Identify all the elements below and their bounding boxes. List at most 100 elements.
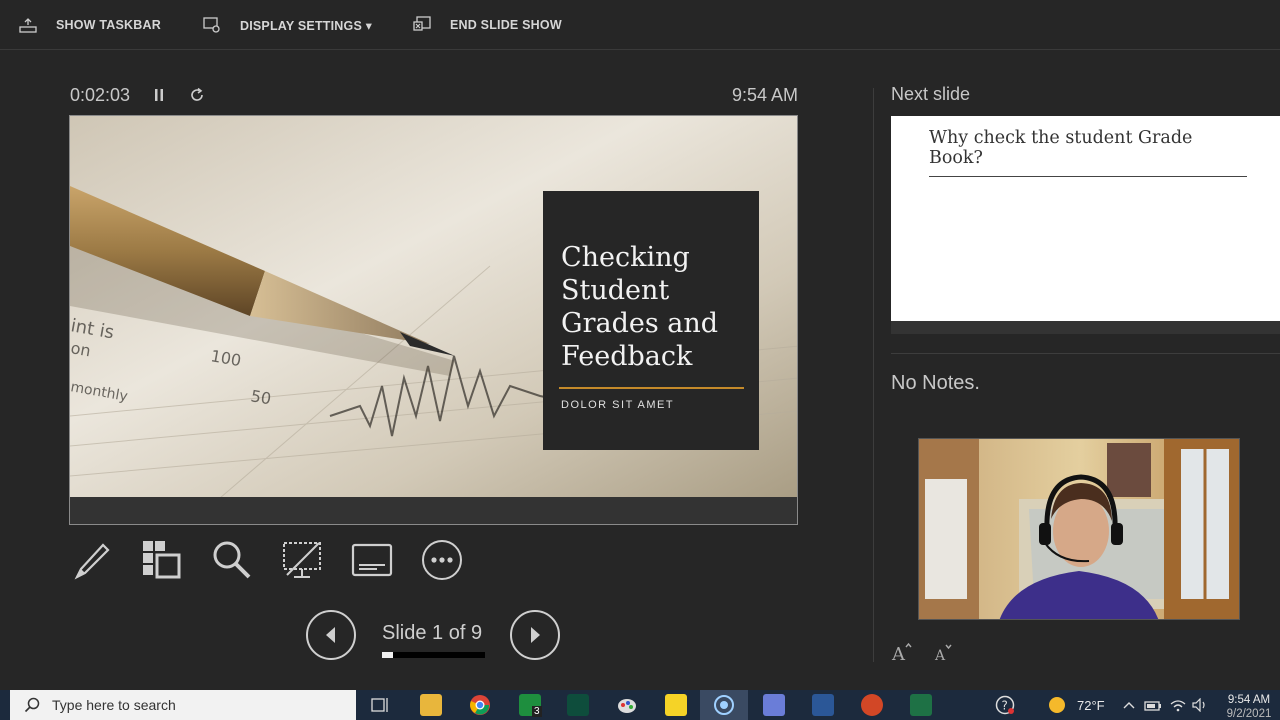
excel-icon [910, 694, 932, 716]
slide-progress-fill [382, 652, 394, 658]
svg-text:A: A [934, 648, 946, 664]
sticky-notes-icon [665, 694, 687, 716]
show-taskbar-button[interactable]: SHOW TASKBAR [18, 0, 161, 50]
slides-grid-icon [143, 541, 181, 579]
powerpoint-icon [861, 694, 883, 716]
wifi-button[interactable] [1169, 690, 1187, 720]
increase-font-button[interactable]: A [891, 642, 913, 665]
wifi-icon [1170, 700, 1186, 712]
excel-button[interactable] [909, 690, 933, 720]
file-explorer-icon [420, 694, 442, 716]
word-icon [812, 694, 834, 716]
end-slide-show-label: END SLIDE SHOW [450, 18, 562, 32]
paint-button[interactable] [615, 690, 639, 720]
file-explorer-button[interactable] [419, 690, 443, 720]
next-slide-button[interactable] [510, 610, 560, 660]
svg-text:50: 50 [249, 386, 272, 408]
weather-temp: 72°F [1077, 697, 1105, 713]
pen-icon [74, 543, 110, 580]
volume-button[interactable] [1191, 690, 1209, 720]
search-icon [24, 697, 40, 713]
pen-tool-button[interactable] [70, 538, 114, 582]
show-hidden-icons-button[interactable] [1122, 690, 1136, 720]
font-increase-icon: A [891, 642, 912, 665]
subtitles-icon [351, 543, 393, 577]
word-button[interactable] [811, 690, 835, 720]
sheets-button[interactable]: 3 [518, 690, 542, 720]
slide-bottom-band [70, 497, 797, 524]
restart-icon [191, 87, 203, 101]
decrease-font-button[interactable]: A [933, 642, 955, 664]
taskbar-time: 9:54 AM [1227, 694, 1271, 706]
monitor-off-icon [283, 542, 321, 578]
previous-arrow-icon [326, 627, 335, 643]
cortana-button[interactable] [700, 690, 748, 720]
powerpoint-button[interactable] [860, 690, 884, 720]
end-show-icon [412, 15, 432, 35]
pause-icon [155, 89, 164, 101]
display-settings-button[interactable]: DISPLAY SETTINGS ▾ [202, 0, 372, 50]
battery-icon [1144, 701, 1161, 711]
sticky-notes-button[interactable] [664, 690, 688, 720]
slide-progress-bar [382, 652, 485, 658]
notes-divider [891, 353, 1280, 354]
task-view-icon [371, 698, 388, 712]
slide-title-box: Checking Student Grades and Feedback DOL… [543, 191, 759, 450]
pane-divider [873, 88, 874, 662]
slide-navigation: Slide 1 of 9 [306, 610, 562, 662]
help-button[interactable]: ? [994, 690, 1016, 720]
paint-icon [618, 699, 636, 713]
taskbar-date: 9/2/2021 [1226, 708, 1272, 720]
taskbar-clock[interactable]: 9:54 AM 9/2/2021 [1220, 693, 1278, 720]
ellipsis-icon [422, 540, 462, 580]
next-slide-preview[interactable]: Why check the student Grade Book? [891, 116, 1280, 321]
app-icon [567, 694, 589, 716]
task-view-button[interactable] [369, 690, 391, 720]
chrome-button[interactable] [468, 690, 492, 720]
search-placeholder: Type here to search [52, 697, 176, 713]
speaker-notes: No Notes. [891, 372, 980, 394]
font-decrease-icon: A [934, 644, 952, 664]
current-slide[interactable]: int is on 100 50 monthly Checking Studen… [69, 115, 798, 525]
see-all-slides-button[interactable] [140, 538, 184, 582]
webcam-feed [918, 438, 1240, 620]
notes-font-controls: A A [891, 642, 975, 665]
cortana-icon [714, 695, 734, 715]
show-taskbar-label: SHOW TASKBAR [56, 18, 161, 32]
teams-button[interactable] [762, 690, 786, 720]
slide-counter[interactable]: Slide 1 of 9 [382, 622, 482, 645]
black-screen-button[interactable] [280, 538, 324, 582]
subtitles-button[interactable] [350, 538, 394, 582]
zoom-button[interactable] [210, 538, 254, 582]
previous-slide-button[interactable] [306, 610, 356, 660]
display-settings-label: DISPLAY SETTINGS ▾ [240, 18, 373, 33]
chevron-up-icon [1123, 702, 1135, 709]
svg-text:?: ? [1002, 699, 1008, 713]
next-slide-rule [929, 176, 1247, 177]
taskbar-icon [18, 15, 38, 35]
app-button[interactable] [566, 690, 590, 720]
more-options-button[interactable] [420, 538, 464, 582]
end-slide-show-button[interactable]: END SLIDE SHOW [412, 0, 562, 50]
badge-count: 3 [532, 706, 542, 717]
chrome-icon [470, 695, 490, 715]
restart-timer-button[interactable] [188, 86, 206, 104]
weather-widget[interactable]: 72°F [1047, 690, 1117, 720]
slide-title: Checking Student Grades and Feedback [561, 242, 719, 372]
help-icon: ? [995, 695, 1015, 715]
current-time: 9:54 AM [731, 84, 798, 105]
presenter-toolbar: SHOW TASKBAR DISPLAY SETTINGS ▾ END SLID… [0, 0, 1280, 50]
magnifier-icon [213, 541, 251, 579]
presenter-tools [70, 538, 490, 582]
taskbar-search-box[interactable]: Type here to search [10, 690, 356, 720]
sun-icon [1049, 697, 1065, 713]
pause-timer-button[interactable] [150, 86, 168, 104]
volume-icon [1192, 698, 1205, 712]
slide-subtitle: DOLOR SIT AMET [561, 399, 675, 411]
webcam-image [919, 439, 1239, 619]
next-slide-label: Next slide [891, 84, 971, 104]
display-settings-icon [202, 15, 222, 35]
battery-button[interactable] [1144, 690, 1162, 720]
next-slide-title: Why check the student Grade Book? [929, 128, 1193, 168]
svg-text:on: on [70, 338, 92, 360]
